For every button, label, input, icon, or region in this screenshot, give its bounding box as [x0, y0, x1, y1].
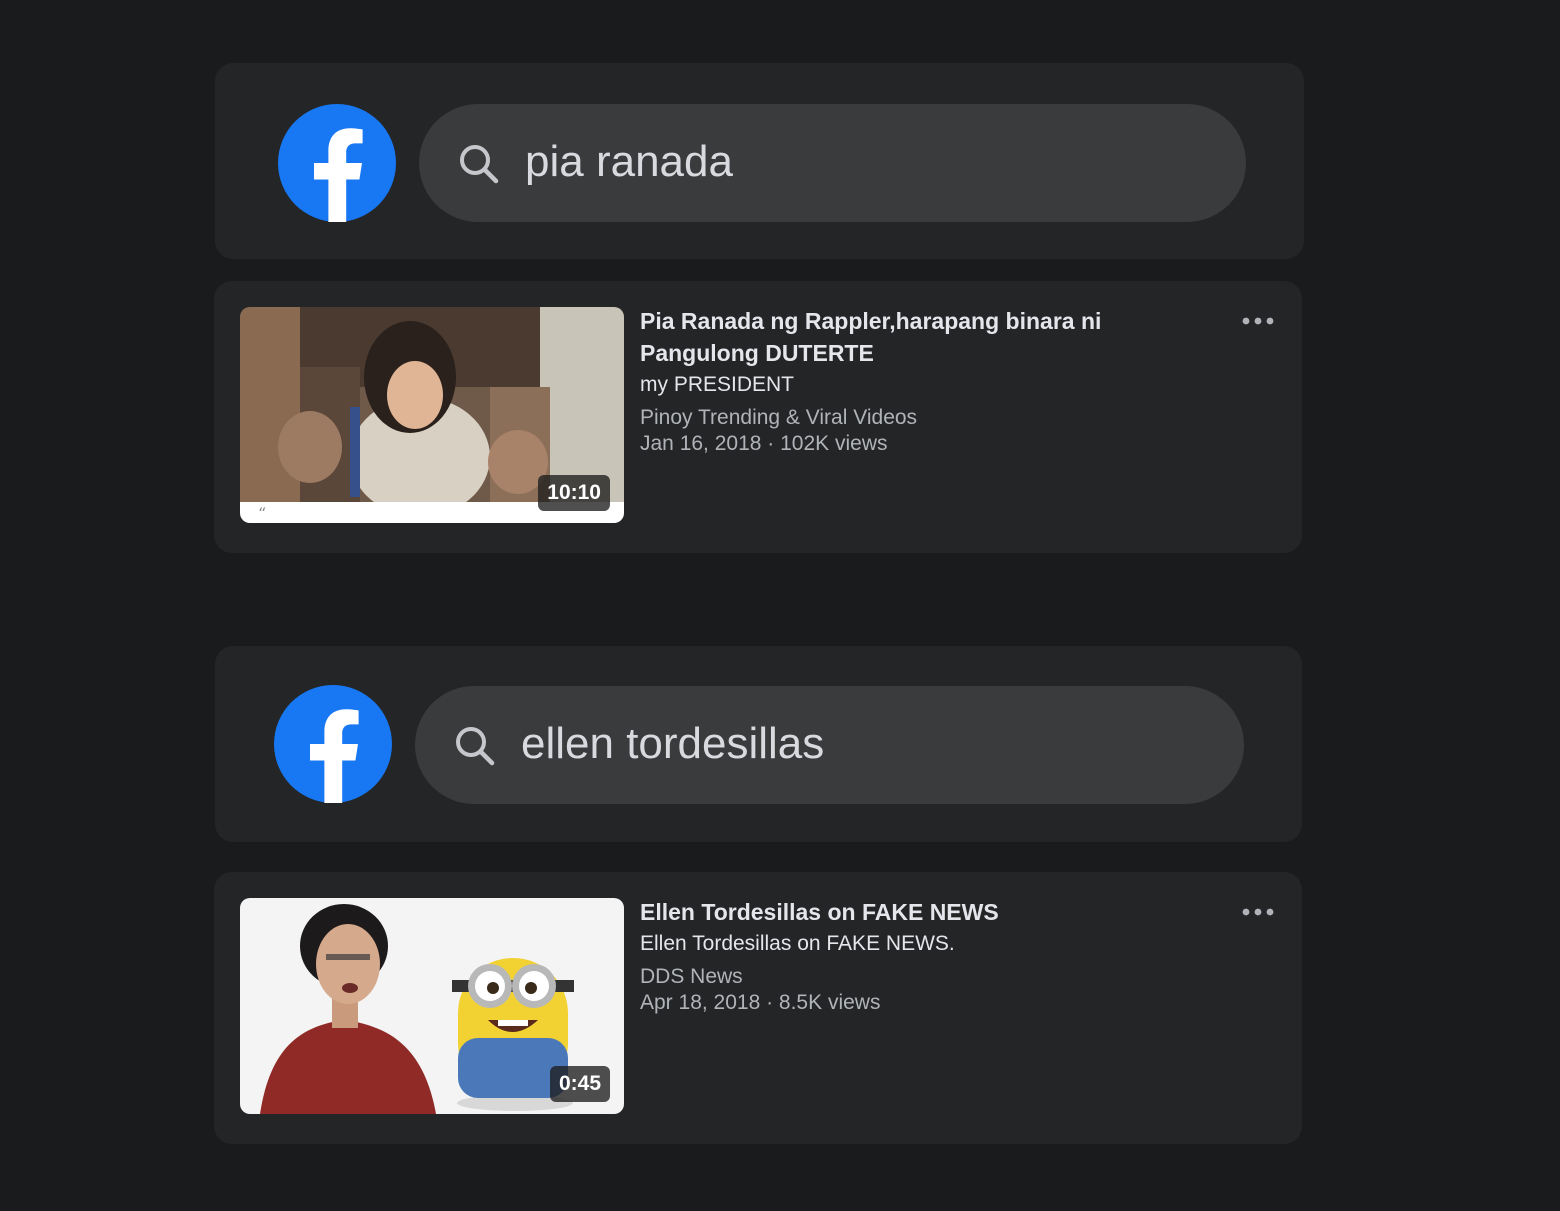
search-query-text: ellen tordesillas	[521, 719, 825, 768]
search-icon	[457, 142, 501, 186]
video-duration-badge: 0:45	[549, 1066, 610, 1102]
video-result-card-1[interactable]: “ 10:10 Pia Ranada ng Rappler,harapang b…	[214, 281, 1302, 553]
more-options-icon[interactable]	[1240, 900, 1276, 924]
svg-text:“: “	[258, 504, 266, 523]
search-input[interactable]: pia ranada	[419, 104, 1246, 222]
video-meta: Ellen Tordesillas on FAKE NEWS Ellen Tor…	[640, 896, 1200, 1016]
video-title[interactable]: Ellen Tordesillas on FAKE NEWS	[640, 896, 1200, 928]
video-description: my PRESIDENT	[640, 373, 795, 396]
search-icon	[453, 724, 497, 768]
more-options-icon[interactable]	[1240, 309, 1276, 333]
video-duration-badge: 10:10	[538, 475, 610, 511]
search-input[interactable]: ellen tordesillas	[415, 686, 1244, 804]
video-channel-name[interactable]: DDS News	[640, 964, 1200, 990]
facebook-logo-icon[interactable]	[278, 104, 396, 222]
video-channel-name[interactable]: Pinoy Trending & Viral Videos	[640, 405, 1200, 431]
video-meta: Pia Ranada ng Rappler,harapang binara ni…	[640, 305, 1200, 457]
facebook-logo-icon[interactable]	[274, 685, 392, 803]
video-thumbnail[interactable]: “ 10:10	[240, 307, 624, 523]
video-description: Ellen Tordesillas on FAKE NEWS.	[640, 932, 955, 955]
search-query-text: pia ranada	[525, 137, 733, 186]
search-bar-panel-1: pia ranada	[215, 63, 1304, 259]
video-date-views: Apr 18, 2018 · 8.5K views	[640, 991, 881, 1014]
video-title[interactable]: Pia Ranada ng Rappler,harapang binara ni…	[640, 305, 1200, 369]
search-bar-panel-2: ellen tordesillas	[215, 646, 1302, 842]
video-thumbnail[interactable]: 0:45	[240, 898, 624, 1114]
video-date-views: Jan 16, 2018 · 102K views	[640, 432, 888, 455]
video-result-card-2[interactable]: 0:45 Ellen Tordesillas on FAKE NEWS Elle…	[214, 872, 1302, 1144]
